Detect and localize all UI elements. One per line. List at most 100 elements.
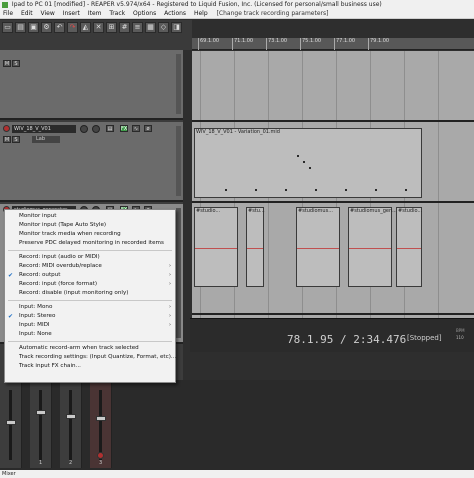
menu-input-none[interactable]: Input: None [5, 330, 175, 339]
menu-separator [8, 341, 172, 342]
volume-fader[interactable] [66, 414, 76, 419]
mixer-strip[interactable]: 3 [90, 380, 112, 468]
menu-view[interactable]: View [38, 9, 58, 19]
menu-track[interactable]: Track [106, 9, 128, 19]
audio-item[interactable]: #studiomus... [296, 207, 340, 287]
auto-crossfade-icon[interactable]: ✕ [93, 22, 104, 33]
menu-record-input[interactable]: Record: input (audio or MIDI) [5, 253, 175, 262]
midi-note [345, 189, 347, 191]
transport-bar: 78.1.95 / 2:34.476 [Stopped] BPM 110 [190, 318, 474, 352]
mute-button[interactable]: M [3, 60, 11, 67]
waveform-line [397, 248, 421, 249]
new-project-icon[interactable]: ▭ [2, 22, 13, 33]
midi-note [405, 189, 407, 191]
record-arm-button[interactable] [3, 125, 10, 132]
menu-file[interactable]: File [0, 9, 16, 19]
project-settings-icon[interactable]: ⚙ [41, 22, 52, 33]
menu-item-label: Track input FX chain... [19, 363, 81, 369]
menu-item-label: Track recording settings: (Input Quantiz… [19, 354, 177, 360]
solo-button[interactable]: S [12, 60, 20, 67]
metronome-icon[interactable]: ◭ [80, 22, 91, 33]
menu-input-midi[interactable]: Input: MIDI › [5, 321, 175, 330]
track-scrollbar[interactable] [176, 54, 181, 114]
menu-item[interactable]: Item [85, 9, 105, 19]
mute-button[interactable]: M [3, 136, 11, 143]
save-project-icon[interactable]: ▣ [28, 22, 39, 33]
menu-record-force-format[interactable]: Record: input (force format) › [5, 280, 175, 289]
menu-monitor-input[interactable]: Monitor input [5, 212, 175, 221]
menu-options[interactable]: Options [130, 9, 159, 19]
reaper-window: Ipad to PC 01 [modified] - REAPER v5.974… [0, 0, 474, 478]
audio-item[interactable]: #studio... [194, 207, 238, 287]
menu-separator [8, 300, 172, 301]
volume-fader[interactable] [6, 420, 16, 425]
menu-item-label: Monitor input (Tape Auto Style) [19, 222, 107, 228]
menu-record-midi-overdub[interactable]: Record: MIDI overdub/replace › [5, 262, 175, 271]
menu-track-input-fx-chain[interactable]: Track input FX chain... [5, 362, 175, 371]
item-grouping-icon[interactable]: ▦ [145, 22, 156, 33]
checkmark-icon: ✔ [8, 313, 14, 320]
envelope-lock-icon[interactable]: ◇ [158, 22, 169, 33]
volume-fader[interactable] [96, 416, 106, 421]
track-scrollbar[interactable] [176, 208, 181, 338]
volume-knob[interactable] [80, 125, 88, 133]
menu-input-mono[interactable]: Input: Mono › [5, 303, 175, 312]
track-name-field[interactable]: WIV_18_V_V01 [12, 125, 76, 133]
timeline-ruler[interactable]: 69.1.00 71.1.00 73.1.00 75.1.00 77.1.00 … [192, 38, 474, 50]
track-2[interactable]: WIV_18_V_V01 ▤ FX ∿ ø M S Lab [0, 122, 183, 202]
track-lane-1[interactable] [192, 51, 474, 122]
env-button[interactable]: ∿ [132, 125, 140, 132]
menu-track-recording-settings[interactable]: Track recording settings: (Input Quantiz… [5, 353, 177, 362]
open-project-icon[interactable]: ▤ [15, 22, 26, 33]
grid-icon[interactable]: # [119, 22, 130, 33]
track-lane-2[interactable]: WIV_18_V_V01 - Variation_01.mid [192, 122, 474, 203]
menu-monitor-input-tape[interactable]: Monitor input (Tape Auto Style) [5, 221, 175, 230]
ripple-edit-icon[interactable]: ≡ [132, 22, 143, 33]
menu-record-output[interactable]: ✔ Record: output › [5, 271, 175, 280]
level-meter [99, 390, 102, 460]
mixer-strip[interactable] [0, 380, 22, 468]
redo-icon[interactable]: ↷ [67, 22, 78, 33]
menu-edit[interactable]: Edit [18, 9, 36, 19]
track-lane-3[interactable]: #studio... #stu... #studiomus... #studio… [192, 203, 474, 315]
solo-button[interactable]: S [12, 136, 20, 143]
menu-record-disable[interactable]: Record: disable (input monitoring only) [5, 289, 175, 298]
bpm-value[interactable]: 110 [456, 335, 464, 340]
item-title: #studiomus... [298, 208, 333, 214]
menu-actions[interactable]: Actions [161, 9, 189, 19]
markers-lock-icon[interactable]: ◨ [171, 22, 182, 33]
ruler-mark: 73.1.00 [266, 38, 287, 50]
input-label[interactable]: Lab [32, 136, 60, 143]
track-scrollbar[interactable] [176, 126, 181, 196]
item-title: #stu... [248, 208, 265, 214]
mixer-strip[interactable]: 1 [30, 380, 52, 468]
snap-icon[interactable]: ⊞ [106, 22, 117, 33]
midi-note [303, 161, 305, 163]
menu-auto-record-arm[interactable]: Automatic record-arm when track selected [5, 344, 175, 353]
audio-item[interactable]: #stu... [246, 207, 265, 287]
audio-item[interactable]: #studio... [396, 207, 422, 287]
pan-knob[interactable] [92, 125, 100, 133]
bottom-docker-tab[interactable]: Mixer [0, 470, 474, 478]
undo-icon[interactable]: ↶ [54, 22, 65, 33]
phase-button[interactable]: ø [144, 125, 152, 132]
route-button[interactable]: ▤ [106, 125, 114, 132]
arrange-view[interactable]: WIV_18_V_V01 - Variation_01.mid #studio.… [192, 51, 474, 318]
checkmark-icon: ✔ [8, 272, 14, 279]
menu-monitor-track-media[interactable]: Monitor track media when recording [5, 230, 175, 239]
menu-input-stereo[interactable]: ✔ Input: Stereo › [5, 312, 175, 321]
menu-preserve-pdc[interactable]: Preserve PDC delayed monitoring in recor… [5, 239, 175, 248]
audio-item[interactable]: #studiomus_gen... [348, 207, 397, 287]
waveform-line [247, 248, 263, 249]
menu-insert[interactable]: Insert [60, 9, 83, 19]
menu-help[interactable]: Help [191, 9, 211, 19]
record-arm-button[interactable] [97, 452, 104, 459]
midi-item[interactable]: WIV_18_V_V01 - Variation_01.mid [194, 128, 422, 198]
mixer-tab-label[interactable]: Mixer [2, 471, 16, 477]
time-display[interactable]: 78.1.95 / 2:34.476 [287, 333, 406, 346]
track-1[interactable]: M S [0, 50, 183, 120]
midi-note [375, 189, 377, 191]
volume-fader[interactable] [36, 410, 46, 415]
fx-button[interactable]: FX [120, 125, 128, 132]
mixer-strip[interactable]: 2 [60, 380, 82, 468]
